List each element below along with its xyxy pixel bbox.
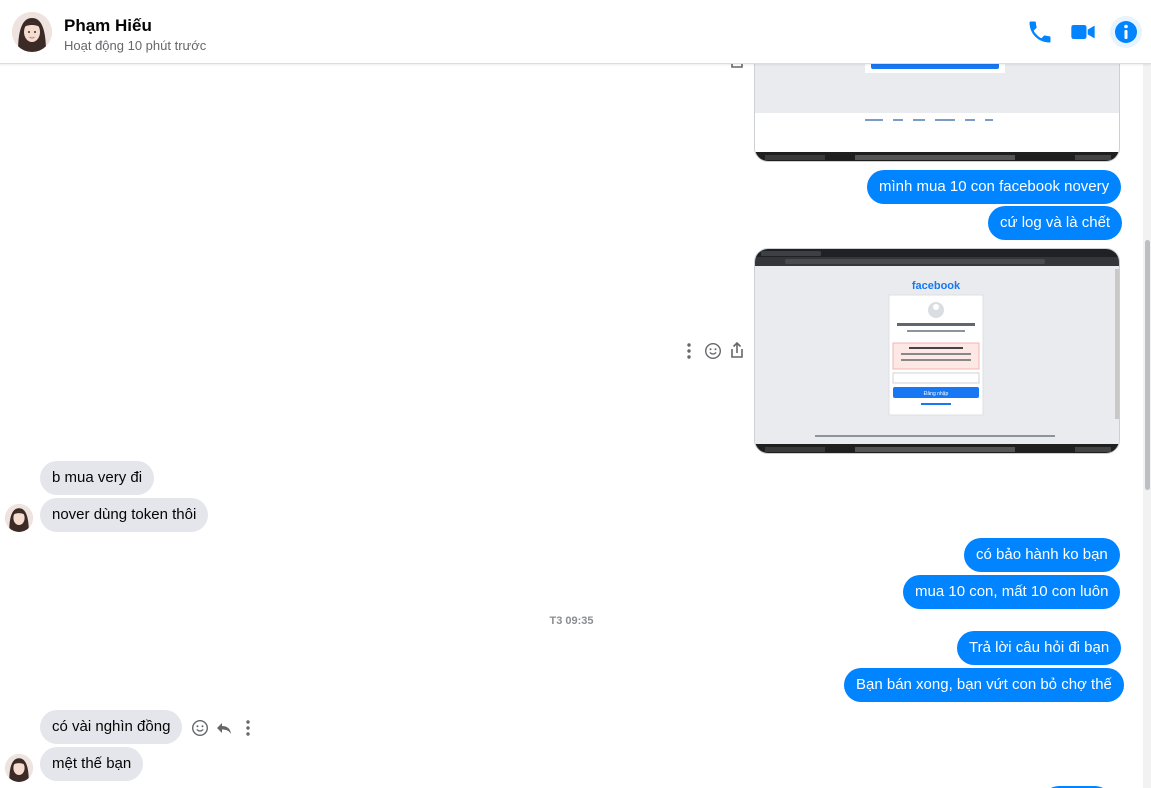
message-outgoing[interactable]: Bạn bán xong, bạn vứt con bỏ chợ thế — [844, 668, 1124, 702]
scrollbar-thumb[interactable] — [1145, 240, 1150, 490]
message-list[interactable]: mình mua 10 con facebook novery cứ log v… — [0, 64, 1143, 788]
more-options-icon[interactable] — [239, 719, 257, 737]
image-attachment-2[interactable]: facebook Đăng nhập — [754, 248, 1120, 454]
message-incoming[interactable]: b mua very đi — [40, 461, 155, 495]
message-timestamp: T3 09:35 — [549, 615, 594, 627]
message-outgoing[interactable]: cứ log và là chết — [988, 206, 1123, 240]
phone-icon[interactable] — [1026, 18, 1054, 46]
image-attachment-1[interactable] — [754, 64, 1120, 162]
contact-avatar-small[interactable] — [5, 754, 33, 782]
react-emoji-icon[interactable] — [704, 342, 722, 360]
video-camera-icon[interactable] — [1069, 18, 1097, 46]
contact-avatar[interactable] — [12, 12, 52, 52]
message-outgoing[interactable]: mua 10 con, mất 10 con luôn — [903, 575, 1121, 609]
message-incoming[interactable]: có vài nghìn đồng — [40, 710, 183, 744]
login-button-text: Đăng nhập — [924, 391, 949, 397]
active-status: Hoạt động 10 phút trước — [64, 38, 207, 53]
contact-avatar-small[interactable] — [5, 504, 33, 532]
message-outgoing[interactable]: mình mua 10 con facebook novery — [867, 170, 1122, 204]
contact-name[interactable]: Phạm Hiếu — [64, 16, 152, 36]
share-icon[interactable] — [728, 341, 746, 359]
message-outgoing[interactable]: có bảo hành ko bạn — [964, 538, 1120, 572]
message-incoming[interactable]: mệt thế bạn — [40, 747, 144, 781]
facebook-logo-text: facebook — [912, 280, 961, 292]
info-icon[interactable] — [1112, 18, 1140, 46]
reply-icon[interactable] — [215, 719, 233, 737]
share-icon[interactable] — [728, 64, 746, 70]
more-options-icon[interactable] — [680, 342, 698, 360]
message-incoming[interactable]: nover dùng token thôi — [40, 498, 209, 532]
message-outgoing[interactable]: Trả lời câu hỏi đi bạn — [957, 631, 1122, 665]
react-emoji-icon[interactable] — [191, 719, 209, 737]
conversation-header: Phạm Hiếu Hoạt động 10 phút trước — [0, 0, 1151, 64]
